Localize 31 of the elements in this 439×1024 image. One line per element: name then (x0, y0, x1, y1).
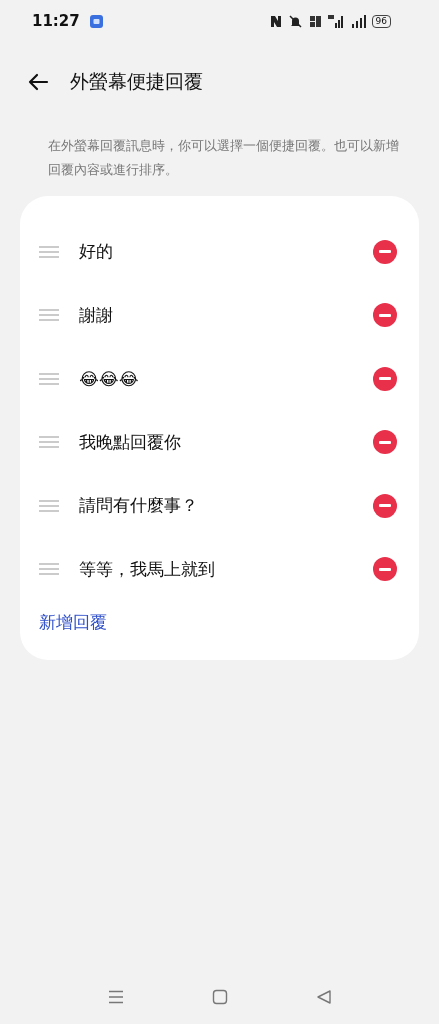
reply-text: 請問有什麼事？ (79, 494, 199, 518)
menu-icon[interactable] (107, 990, 124, 1004)
drag-handle-icon[interactable] (39, 436, 59, 449)
remove-button[interactable] (373, 303, 397, 328)
add-reply-link[interactable]: 新增回覆 (39, 611, 107, 634)
reply-text: 謝謝 (79, 303, 114, 327)
status-time: 11:27 (32, 12, 80, 30)
drag-handle-icon[interactable] (39, 309, 59, 322)
remove-button[interactable] (373, 366, 397, 391)
page-title: 外螢幕便捷回覆 (70, 69, 203, 94)
home-icon[interactable] (211, 989, 228, 1005)
signal-icon (350, 14, 366, 28)
drag-handle-icon[interactable] (39, 372, 59, 385)
reply-text: 我晚點回覆你 (79, 430, 182, 454)
drag-handle-icon[interactable] (39, 563, 59, 576)
nfc-icon (269, 14, 282, 28)
remove-button[interactable] (373, 430, 397, 455)
remove-button[interactable] (373, 493, 397, 518)
description-text: 在外螢幕回覆訊息時，你可以選擇一個便捷回覆。也可以新增回覆內容或進行排序。 (48, 137, 399, 179)
signal-icon (327, 14, 345, 28)
reply-text: 😂😂😂 (79, 368, 140, 389)
drag-handle-icon[interactable] (39, 245, 59, 258)
reply-text: 等等，我馬上就到 (79, 557, 216, 581)
remove-button[interactable] (373, 239, 397, 264)
remove-button[interactable] (373, 557, 397, 582)
muted-bell-icon (287, 14, 303, 28)
reply-text: 好的 (79, 240, 114, 264)
back-icon[interactable] (315, 989, 332, 1005)
drag-handle-icon[interactable] (39, 499, 59, 512)
app-notification-icon (89, 14, 103, 28)
battery-indicator: 96 (371, 14, 391, 28)
